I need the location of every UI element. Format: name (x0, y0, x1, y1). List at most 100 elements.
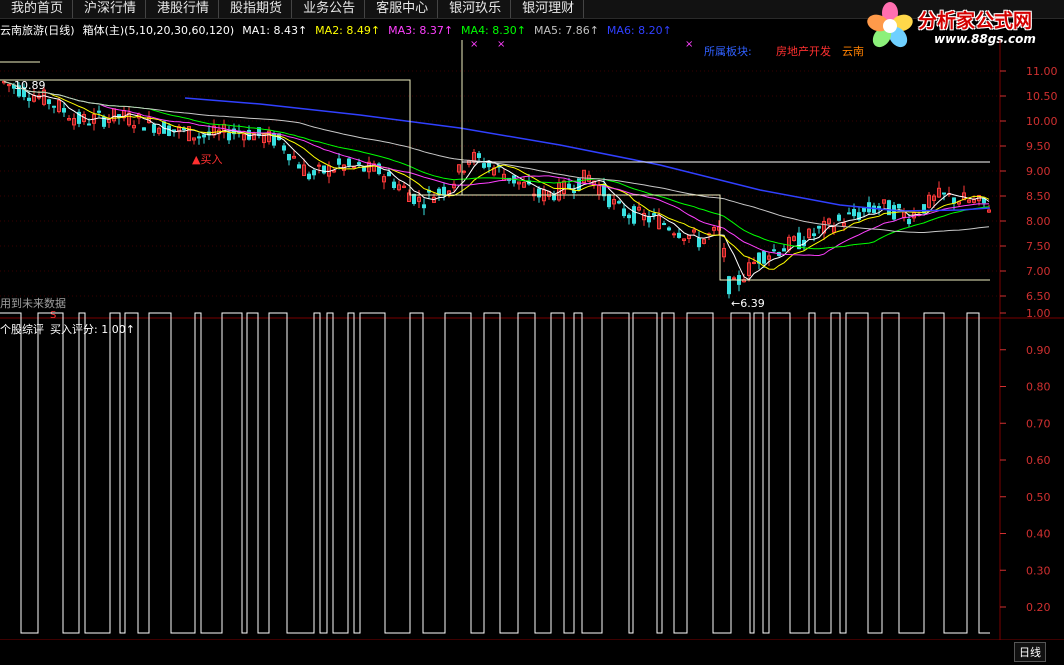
candle-body (167, 125, 171, 136)
candle-body (482, 163, 486, 168)
signal-marker-2: × (685, 39, 693, 50)
ma-label-3: MA3: 8.37↑ (388, 24, 454, 37)
candle-body (772, 249, 776, 252)
price-axis-label-4: 9.00 (1026, 165, 1051, 178)
price-axis-label-5: 8.50 (1026, 190, 1051, 203)
candle-body (322, 165, 326, 174)
period-tab-daily[interactable]: 日线 (1014, 642, 1046, 662)
candle-body (677, 232, 681, 238)
ma-label-6: MA6: 8.20↑ (606, 24, 672, 37)
ma-legend: MA1: 8.43↑ MA2: 8.49↑ MA3: 8.37↑ MA4: 8.30↑… (242, 24, 680, 37)
score-axis-label-0: 1.00 (1026, 307, 1051, 320)
candle-body (152, 124, 156, 133)
candle-body (852, 209, 856, 217)
candle-body (667, 227, 671, 231)
menu-item-4[interactable]: 业务公告 (292, 0, 366, 18)
indicator-name: 箱体(主)(5,10,20,30,60,120) (82, 24, 235, 37)
menu-item-3[interactable]: 股指期货 (219, 0, 293, 18)
candle-body (357, 162, 361, 165)
candle-body (817, 225, 821, 229)
candle-body (287, 153, 291, 161)
candle-body (412, 193, 416, 205)
ma-label-4: MA4: 8.30↑ (461, 24, 526, 37)
score-axis-label-6: 0.40 (1026, 528, 1051, 541)
candle-body (922, 204, 926, 214)
sector-value: 房地产开发 (776, 44, 831, 58)
candle-body (652, 213, 656, 216)
candle-body (97, 110, 101, 113)
candle-body (172, 129, 176, 132)
candle-body (622, 208, 626, 217)
candle-body (307, 173, 311, 180)
price-axis-label-7: 7.50 (1026, 240, 1051, 253)
ma-label-5: MA5: 7.86↑ (533, 24, 599, 37)
candle-body (477, 153, 481, 158)
signal-marker-0: × (470, 39, 478, 50)
candle-body (422, 204, 426, 209)
candle-body (627, 214, 631, 219)
ma4-line (3, 81, 990, 250)
buy-signal-label: ▲买入 (192, 153, 222, 166)
ma-label-2: MA2: 8.49↑ (315, 24, 381, 37)
candle-body (897, 203, 901, 209)
ma-label-1: MA1: 8.43↑ (242, 24, 308, 37)
ma6-line (184, 97, 991, 212)
menu-item-5[interactable]: 客服中心 (365, 0, 439, 18)
price-axis-label-8: 7.00 (1026, 265, 1051, 278)
candle-body (142, 127, 146, 131)
candle-body (537, 188, 541, 198)
stock-title: 云南旅游(日线) (0, 24, 75, 37)
logo-title: 分析家公式网 (918, 10, 1033, 32)
candle-body (872, 205, 876, 214)
score-axis-label-7: 0.30 (1026, 564, 1051, 577)
candle-body (617, 201, 621, 204)
candle-body (197, 136, 201, 139)
candle-body (297, 164, 301, 169)
score-axis-label-4: 0.60 (1026, 454, 1051, 467)
high-price-label: 10.89 (14, 79, 46, 92)
future-data-mark: S (50, 310, 56, 321)
candle-body (732, 277, 736, 280)
candle-body (952, 197, 956, 204)
candle-body (847, 212, 851, 215)
candle-body (362, 166, 366, 172)
buy-score-wave (0, 312, 990, 634)
candle-body (942, 192, 946, 195)
candle-body (632, 206, 636, 224)
candle-body (862, 207, 866, 212)
menu-item-6[interactable]: 银河玖乐 (438, 0, 512, 18)
sector-value2: 云南 (842, 45, 864, 58)
menu-item-1[interactable]: 沪深行情 (73, 0, 147, 18)
candle-body (907, 219, 911, 225)
kline-chart[interactable]: 11.00 10.50 10.00 9.50 9.00 8.50 8.00 7.50 7.00 6… (0, 38, 1064, 640)
candle-body (87, 123, 91, 126)
price-axis-label-6: 8.00 (1026, 215, 1051, 228)
signal-marker-1: × (497, 39, 505, 50)
candle-body (62, 108, 66, 113)
price-axis-label-3: 9.50 (1026, 140, 1051, 153)
menu-item-7[interactable]: 银河理财 (511, 0, 585, 18)
candle-body (762, 251, 766, 264)
sector-label: 所属板块: (704, 44, 752, 58)
score-axis-label-1: 0.90 (1026, 344, 1051, 357)
candle-body (837, 214, 841, 221)
ma5-line (3, 81, 990, 233)
candle-body (567, 183, 571, 189)
future-data-note: 用到未来数据 (0, 296, 66, 310)
candle-body (282, 145, 286, 151)
candle-body (727, 276, 731, 295)
candle-body (437, 188, 441, 195)
candle-body (392, 181, 396, 189)
candle-body (387, 171, 391, 177)
candle-body (347, 158, 351, 166)
candle-body (877, 206, 881, 209)
ma3-line (3, 81, 990, 257)
price-axis-label-0: 11.00 (1026, 65, 1058, 78)
menu-item-2[interactable]: 港股行情 (146, 0, 220, 18)
score-axis-label-2: 0.80 (1026, 381, 1051, 394)
candle-body (647, 216, 651, 223)
candle-body (202, 134, 206, 138)
menu-item-0[interactable]: 我的首页 (0, 0, 74, 18)
score-axis-label-5: 0.50 (1026, 491, 1051, 504)
candle-body (782, 248, 786, 252)
